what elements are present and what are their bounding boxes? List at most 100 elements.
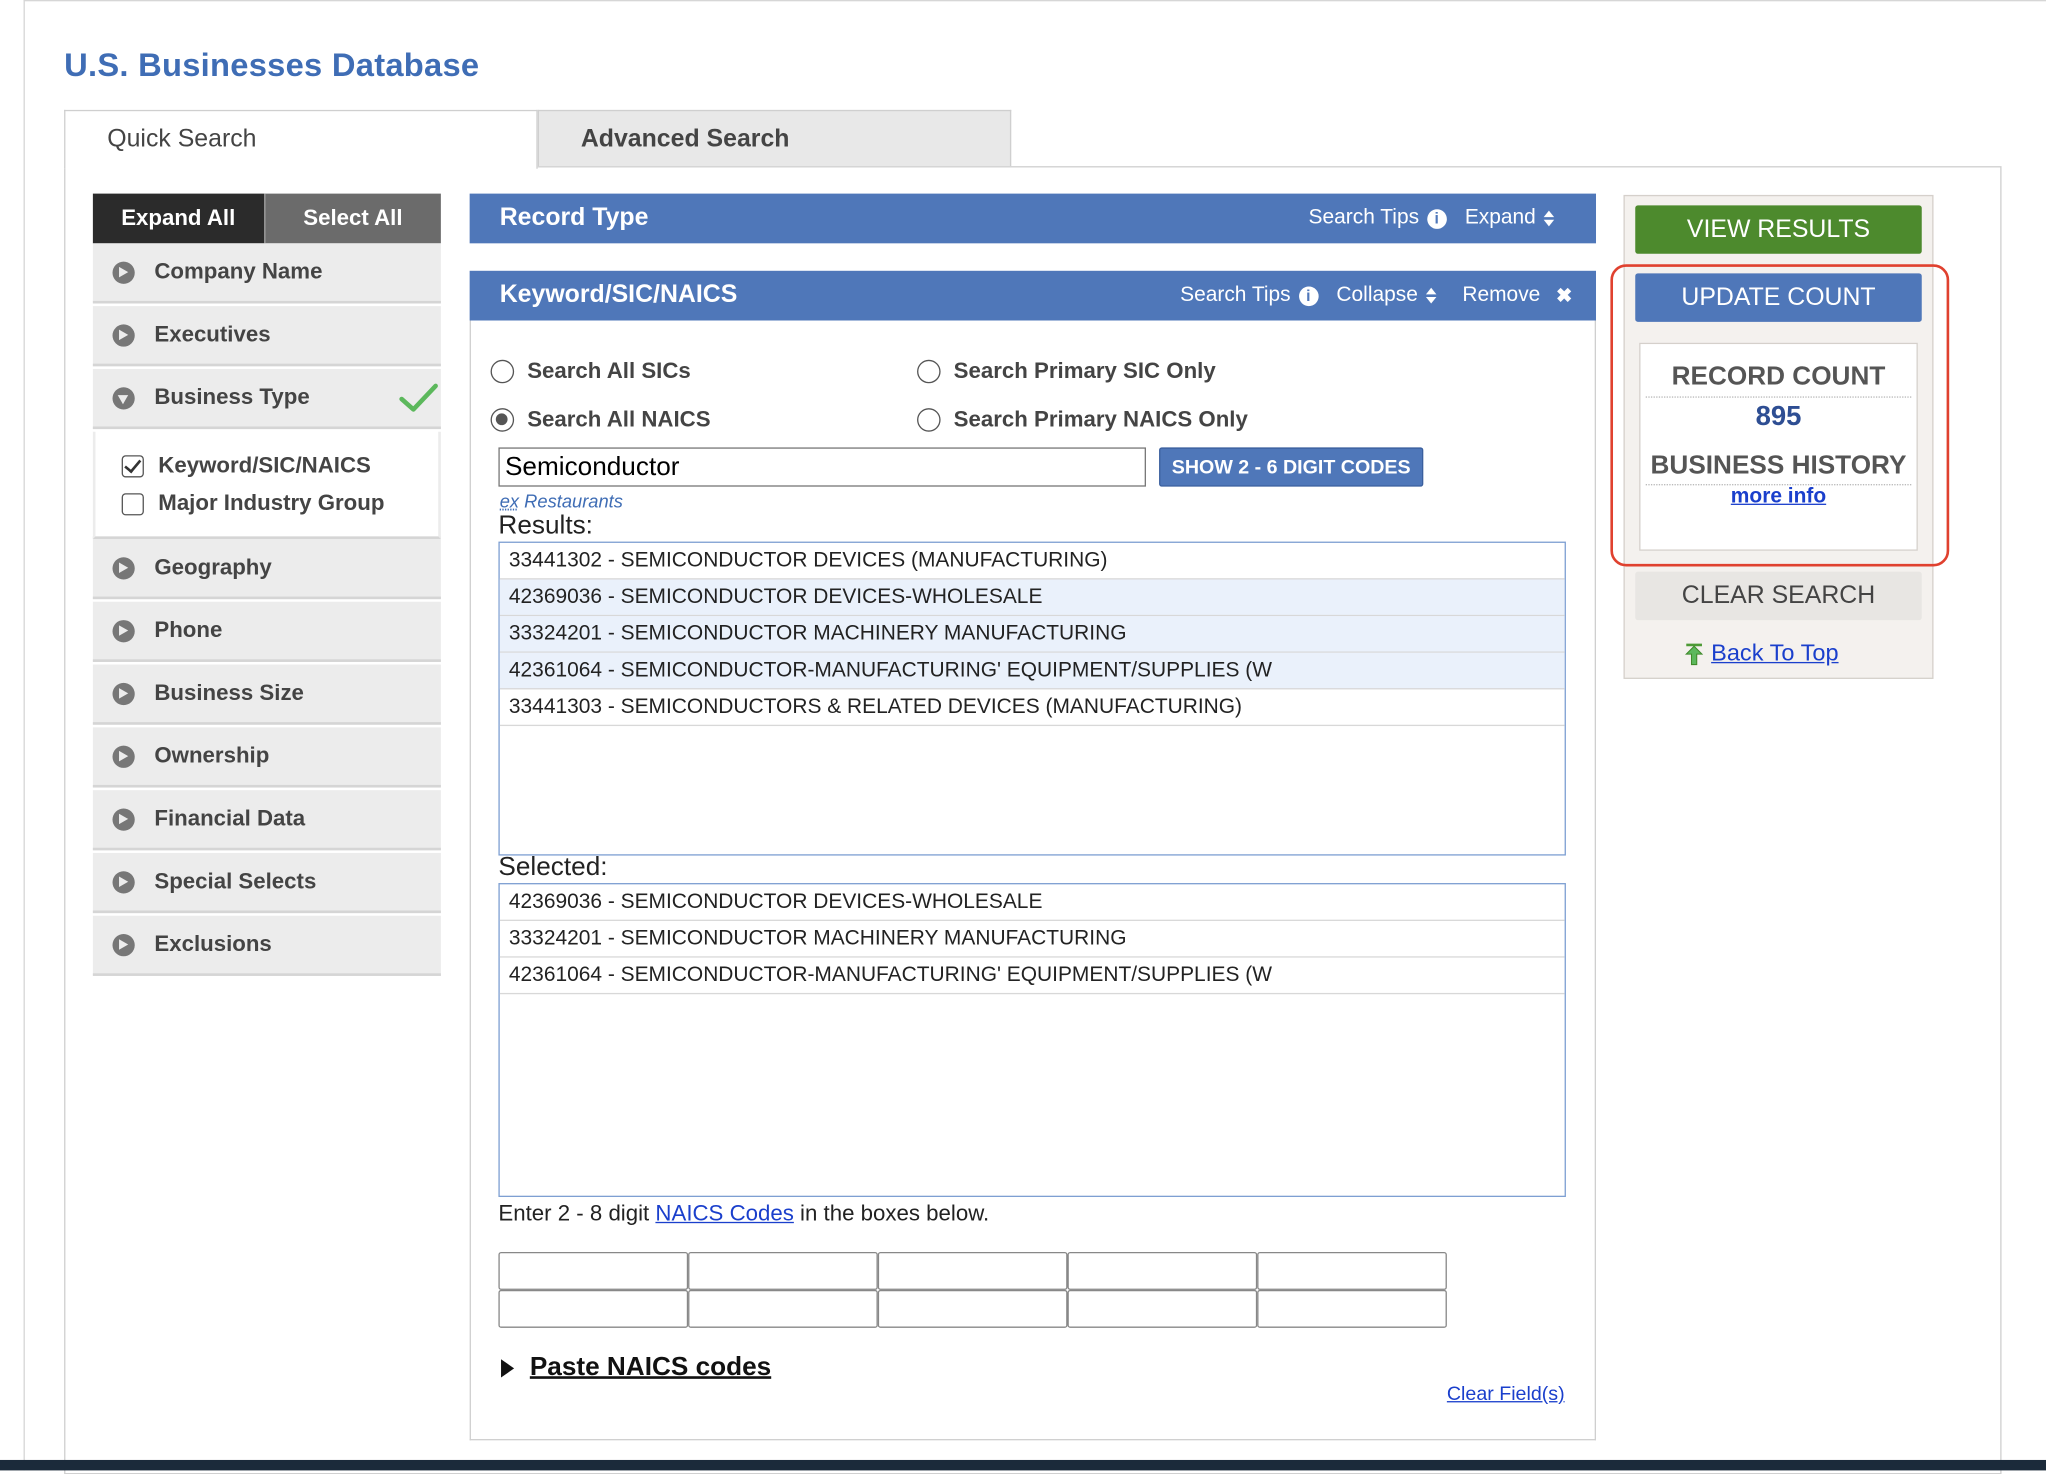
list-item[interactable]: 33441302 - SEMICONDUCTOR DEVICES (MANUFA…	[499, 543, 1565, 580]
circle-arrow-right-icon	[112, 933, 135, 956]
paste-naics-toggle[interactable]: Paste NAICS codes	[501, 1353, 771, 1383]
back-to-top-link[interactable]: Back To Top	[1685, 640, 1839, 667]
naics-code-field[interactable]	[688, 1289, 878, 1328]
sidebar-item-special-selects[interactable]: Special Selects	[92, 852, 441, 914]
business-type-options: Keyword/SIC/NAICS Major Industry Group	[92, 431, 441, 539]
naics-code-field[interactable]	[1067, 1251, 1258, 1290]
radio-search-primary-naics[interactable]: Search Primary NAICS Only	[917, 407, 1248, 433]
search-tips-link[interactable]: Search Tips	[1180, 284, 1291, 308]
radio-icon[interactable]	[917, 408, 941, 432]
list-item[interactable]: 42361064 - SEMICONDUCTOR-MANUFACTURING' …	[499, 652, 1565, 690]
naics-instructions: Enter 2 - 8 digit NAICS Codes in the box…	[498, 1201, 989, 1227]
remove-link[interactable]: Remove	[1462, 284, 1540, 308]
section-controls: Search Tips i Collapse Remove ✖	[1180, 284, 1572, 308]
naics-code-field[interactable]	[877, 1251, 1068, 1290]
green-up-arrow-icon	[1685, 642, 1704, 665]
sidebar-item-label: Phone	[154, 617, 223, 643]
naics-code-field[interactable]	[688, 1251, 878, 1290]
green-checkmark-icon	[399, 383, 438, 412]
view-results-button[interactable]: VIEW RESULTS	[1635, 205, 1922, 254]
naics-codes-link[interactable]: NAICS Codes	[655, 1201, 793, 1226]
checkbox-icon[interactable]	[121, 492, 144, 515]
radio-search-primary-sic[interactable]: Search Primary SIC Only	[917, 358, 1216, 384]
record-count-label: RECORD COUNT	[1671, 362, 1886, 392]
business-history-label: BUSINESS HISTORY	[1650, 451, 1907, 481]
checkbox-checked-icon[interactable]	[121, 454, 144, 477]
radio-search-all-sics[interactable]: Search All SICs	[490, 358, 691, 384]
results-list[interactable]: 33441302 - SEMICONDUCTOR DEVICES (MANUFA…	[498, 541, 1566, 856]
input-hint: ex Restaurants	[500, 491, 623, 512]
hint-prefix: ex	[499, 490, 520, 512]
keyword-sic-naics-header[interactable]: Keyword/SIC/NAICS Search Tips i Collapse…	[469, 270, 1597, 321]
sidebar-item-company-name[interactable]: Company Name	[92, 243, 441, 304]
page: U.S. Businesses Database Quick Search Ad…	[0, 0, 2046, 1474]
expand-all-button[interactable]: Expand All	[92, 193, 264, 244]
note-text: Enter 2 - 8 digit	[498, 1200, 656, 1226]
show-digit-codes-button[interactable]: SHOW 2 - 6 DIGIT CODES	[1159, 447, 1424, 487]
selected-label: Selected:	[498, 852, 608, 882]
record-count-box: RECORD COUNT 895 BUSINESS HISTORY more i…	[1639, 342, 1918, 551]
record-type-header[interactable]: Record Type Search Tips i Expand	[469, 193, 1597, 244]
naics-code-inputs	[498, 1251, 1448, 1328]
radio-icon[interactable]	[490, 359, 515, 384]
sidebar-toolbar: Expand All Select All	[92, 193, 441, 244]
paste-label: Paste NAICS codes	[529, 1352, 772, 1382]
radio-icon[interactable]	[917, 359, 941, 384]
circle-arrow-right-icon	[112, 619, 135, 642]
naics-code-field[interactable]	[498, 1251, 689, 1290]
sidebar-item-business-size[interactable]: Business Size	[92, 664, 441, 725]
tab-quick-search[interactable]: Quick Search	[64, 109, 538, 169]
naics-code-field[interactable]	[1257, 1289, 1447, 1328]
sidebar-item-label: Geography	[154, 554, 272, 580]
sidebar-item-label: Special Selects	[154, 868, 317, 894]
naics-code-field[interactable]	[1067, 1289, 1258, 1328]
list-item[interactable]: 33324201 - SEMICONDUCTOR MACHINERY MANUF…	[499, 616, 1565, 653]
footer-bar	[0, 1459, 2046, 1471]
list-item[interactable]: 33441303 - SEMICONDUCTORS & RELATED DEVI…	[499, 689, 1565, 727]
more-info-link[interactable]: more info	[1731, 485, 1826, 507]
sidebar-item-geography[interactable]: Geography	[92, 538, 441, 600]
tab-advanced-search[interactable]: Advanced Search	[537, 109, 1012, 168]
circle-arrow-right-icon	[112, 260, 135, 284]
radio-search-all-naics[interactable]: Search All NAICS	[490, 406, 711, 433]
selected-list[interactable]: 42369036 - SEMICONDUCTOR DEVICES-WHOLESA…	[498, 883, 1566, 1198]
clear-search-button[interactable]: CLEAR SEARCH	[1635, 571, 1922, 621]
keyword-sic-naics-option[interactable]: Keyword/SIC/NAICS	[121, 453, 371, 479]
list-item[interactable]: 42369036 - SEMICONDUCTOR DEVICES-WHOLESA…	[499, 579, 1565, 617]
hint-text: Restaurants	[519, 490, 623, 512]
list-item[interactable]: 42361064 - SEMICONDUCTOR-MANUFACTURING' …	[499, 958, 1565, 995]
sidebar-item-financial-data[interactable]: Financial Data	[92, 790, 441, 851]
expand-link[interactable]: Expand	[1465, 207, 1536, 231]
sidebar-item-phone[interactable]: Phone	[92, 601, 441, 662]
naics-code-field[interactable]	[1257, 1251, 1447, 1290]
naics-code-field[interactable]	[498, 1289, 689, 1328]
list-item[interactable]: 42369036 - SEMICONDUCTOR DEVICES-WHOLESA…	[499, 884, 1565, 921]
sidebar-item-executives[interactable]: Executives	[92, 306, 441, 367]
circle-arrow-right-icon	[112, 682, 135, 705]
info-circle-icon[interactable]: i	[1298, 285, 1319, 306]
search-tips-link[interactable]: Search Tips	[1309, 207, 1420, 231]
note-text: in the boxes below.	[793, 1200, 990, 1226]
option-label: Major Industry Group	[158, 490, 385, 516]
list-item[interactable]: 33324201 - SEMICONDUCTOR MACHINERY MANUF…	[499, 921, 1565, 958]
radio-label: Search All NAICS	[527, 406, 711, 432]
major-industry-group-option[interactable]: Major Industry Group	[121, 490, 385, 517]
update-count-button[interactable]: UPDATE COUNT	[1635, 273, 1922, 322]
sidebar-item-exclusions[interactable]: Exclusions	[92, 915, 441, 976]
section-title: Record Type	[499, 204, 649, 232]
keyword-input[interactable]	[498, 447, 1146, 487]
circle-arrow-right-icon	[112, 556, 135, 579]
sidebar-item-label: Ownership	[154, 743, 270, 768]
radio-selected-icon[interactable]	[490, 408, 515, 432]
sidebar-item-business-type[interactable]: Business Type	[92, 368, 441, 430]
info-circle-icon[interactable]: i	[1426, 208, 1447, 229]
clear-fields-link[interactable]: Clear Field(s)	[1447, 1383, 1565, 1405]
collapse-link[interactable]: Collapse	[1336, 284, 1417, 308]
close-x-icon[interactable]: ✖	[1556, 284, 1572, 307]
naics-code-field[interactable]	[877, 1289, 1068, 1328]
sidebar-item-ownership[interactable]: Ownership	[92, 727, 441, 788]
select-all-button[interactable]: Select All	[263, 193, 441, 244]
section-controls: Search Tips i Expand	[1309, 207, 1573, 231]
sidebar-item-label: Company Name	[154, 259, 323, 284]
record-count-value: 895	[1755, 401, 1802, 432]
